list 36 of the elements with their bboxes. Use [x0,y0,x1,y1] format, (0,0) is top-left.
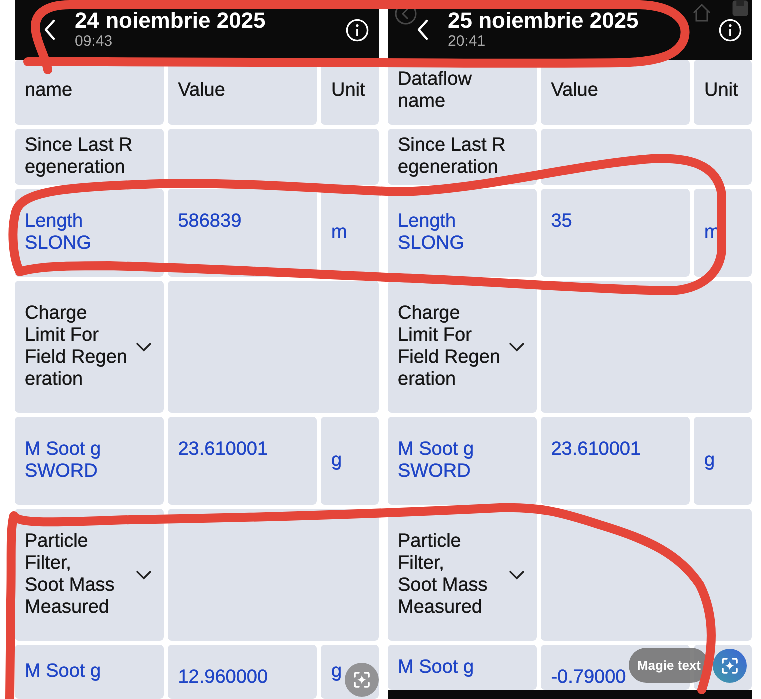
text-scan-icon[interactable] [713,648,747,682]
column-header: Unit [694,60,752,125]
table-cell: 23.610001 [541,417,690,505]
table-cell: 35 [541,189,690,277]
group-title: Particle Filter, Soot Mass Measured [398,531,488,619]
table-cell: g [321,417,379,505]
time-label: 09:43 [75,33,113,51]
row-label: M Soot g SWORD [388,417,538,505]
chevron-down-icon [136,342,152,352]
time-label: 20:41 [448,33,486,51]
row-label: Since Last R egeneration [388,129,538,185]
row-label: M Soot g SWORD [15,417,164,505]
info-icon[interactable] [346,18,369,42]
text-scan-icon[interactable] [345,663,379,697]
row-label: M Soot g [388,645,538,690]
row-label: Length SLONG [388,189,538,277]
column-header: Value [541,60,690,125]
info-icon[interactable] [719,18,742,42]
row-label: Since Last R egeneration [15,129,164,185]
back-icon[interactable] [416,19,430,41]
group-header-cell[interactable]: Particle Filter, Soot Mass Measured [15,509,164,641]
group-title: Charge Limit For Field Regen eration [398,303,500,391]
table-cell: g [694,417,752,505]
group-title: Particle Filter, Soot Mass Measured [25,531,115,619]
back-icon[interactable] [43,19,57,41]
date-title: 24 noiembrie 2025 [75,9,266,33]
table-cell: 12.960000 [168,645,318,699]
chevron-down-icon [136,570,152,580]
group-header-cell[interactable]: Charge Limit For Field Regen eration [15,281,164,413]
chevron-down-icon [509,342,526,352]
row-label: M Soot g [15,645,164,699]
chevron-down-icon [509,570,526,580]
group-header-cell[interactable]: Charge Limit For Field Regen eration [388,281,538,413]
date-title: 25 noiembrie 2025 [448,9,639,33]
table-cell: 23.610001 [168,417,318,505]
group-title: Charge Limit For Field Regen eration [25,303,128,391]
